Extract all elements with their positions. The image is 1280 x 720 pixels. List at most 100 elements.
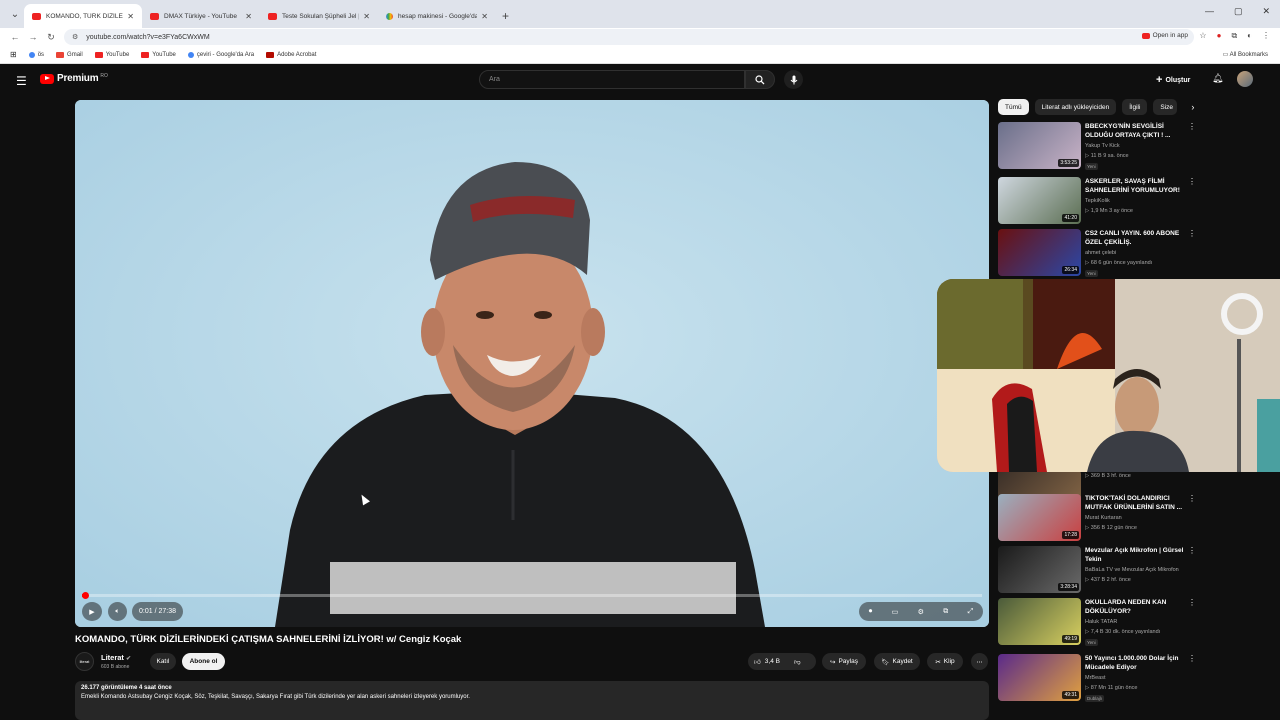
forward-icon[interactable]: → bbox=[24, 32, 42, 42]
share-button[interactable]: ↪ Paylaş bbox=[822, 653, 866, 670]
tab-search-icon[interactable]: ⌄ bbox=[6, 4, 24, 24]
more-dots-icon[interactable]: ⋮ bbox=[1188, 177, 1196, 186]
related-video-item[interactable]: 49:19 OKULLARDA NEDEN KAN DÖKÜLÜYOR? Haluk… bbox=[998, 598, 1198, 648]
video-player[interactable]: ▶ 🔈︎ 0:01 / 27:38 ⏺ ▭ ⚙ ⧉ ⤢ bbox=[75, 100, 989, 627]
duration-badge: 26:34 bbox=[1062, 266, 1079, 274]
chip-from-uploader[interactable]: Literat adlı yükleyiciden bbox=[1034, 99, 1117, 115]
browser-tab[interactable]: KOMANDO, TÜRK DİZİLERİNDEKİ ✕ bbox=[24, 4, 142, 28]
reload-icon[interactable]: ↻ bbox=[42, 32, 60, 43]
join-button[interactable]: Katıl bbox=[150, 653, 176, 670]
dislike-button[interactable]: 👎︎ bbox=[794, 658, 801, 666]
browser-tab[interactable]: DMAX Türkiye - YouTube ✕ bbox=[142, 4, 260, 28]
channel-avatar[interactable]: literat bbox=[75, 652, 94, 671]
open-in-app-button[interactable]: Open in app bbox=[1141, 32, 1188, 39]
settings-gear-icon[interactable]: ⚙ bbox=[918, 608, 924, 616]
channel-name[interactable]: Literat ✔ bbox=[101, 653, 131, 662]
thumbs-up-icon: 👍︎ bbox=[754, 658, 761, 666]
profile-icon[interactable]: ◐ bbox=[1247, 31, 1252, 41]
hamburger-menu-icon[interactable]: ☰ bbox=[16, 74, 27, 88]
all-bookmarks-button[interactable]: ▭ All Bookmarks bbox=[1223, 51, 1268, 58]
extensions-puzzle-icon[interactable]: ⧉ bbox=[1231, 31, 1237, 41]
save-button[interactable]: 🔖︎ Kaydet bbox=[874, 653, 920, 670]
fullscreen-icon[interactable]: ⤢ bbox=[968, 608, 974, 616]
site-info-icon[interactable]: ⚙ bbox=[72, 33, 78, 41]
related-video-title[interactable]: 50 Yayıncı 1.000.000 Dolar İçin Mücadele… bbox=[1085, 654, 1185, 672]
more-dots-icon[interactable]: ⋮ bbox=[1188, 122, 1196, 131]
clip-button[interactable]: ✂ Klip bbox=[927, 653, 963, 670]
apps-grid-icon[interactable]: ⊞ bbox=[10, 50, 17, 59]
extension-icon[interactable]: ● bbox=[1217, 31, 1222, 41]
more-dots-icon[interactable]: ⋮ bbox=[1188, 654, 1196, 663]
bookmark-item[interactable]: Adobe Acrobat bbox=[266, 51, 316, 58]
video-thumbnail[interactable]: 3:53:25 bbox=[998, 122, 1081, 169]
more-actions-button[interactable]: ⋯ bbox=[971, 653, 988, 670]
close-tab-icon[interactable]: ✕ bbox=[245, 12, 252, 21]
related-video-title[interactable]: CS2 CANLI YAYIN. 600 ABONE ÖZEL ÇEKİLİŞ. bbox=[1085, 229, 1185, 247]
video-thumbnail[interactable]: 26:34 bbox=[998, 229, 1081, 276]
back-icon[interactable]: ← bbox=[6, 32, 24, 42]
bookmark-item[interactable]: Gmail bbox=[56, 51, 83, 58]
maximize-icon[interactable]: ▢ bbox=[1234, 6, 1243, 17]
create-button[interactable]: + Oluştur bbox=[1156, 74, 1190, 86]
close-window-icon[interactable]: ✕ bbox=[1262, 6, 1270, 17]
description-box[interactable]: 26.177 görüntüleme 4 saat önce Emekli Ko… bbox=[75, 681, 989, 720]
more-dots-icon[interactable]: ⋮ bbox=[1188, 494, 1196, 503]
notifications-bell-icon[interactable]: 🔔︎ bbox=[1212, 73, 1223, 84]
chevron-right-icon[interactable]: › bbox=[1191, 102, 1194, 112]
video-thumbnail[interactable]: 49:31 bbox=[998, 654, 1081, 701]
more-dots-icon[interactable]: ⋮ bbox=[1188, 546, 1196, 555]
menu-dots-icon[interactable]: ⋮ bbox=[1262, 31, 1270, 41]
related-video-title[interactable]: OKULLARDA NEDEN KAN DÖKÜLÜYOR? bbox=[1085, 598, 1185, 616]
close-tab-icon[interactable]: ✕ bbox=[127, 12, 134, 21]
progress-scrubber[interactable] bbox=[81, 592, 89, 599]
browser-tab[interactable]: Teste Sokulan Şüpheli Jel | Gür ✕ bbox=[260, 4, 378, 28]
close-tab-icon[interactable]: ✕ bbox=[481, 12, 488, 21]
bookmark-item[interactable]: çeviri - Google'da Ara bbox=[187, 51, 254, 58]
play-button[interactable]: ▶ bbox=[82, 602, 102, 621]
chip-for-you[interactable]: Size bbox=[1153, 99, 1178, 115]
avatar[interactable] bbox=[1237, 71, 1253, 87]
subscribe-button[interactable]: Abone ol bbox=[182, 653, 225, 670]
related-video-item[interactable]: 17:28 TIKTOK'TAKİ DOLANDIRICI MUTFAK ÜRÜN… bbox=[998, 494, 1198, 544]
new-tab-button[interactable]: + bbox=[502, 9, 509, 23]
related-video-meta: ▷ 1,9 Mn 3 ay önce bbox=[1085, 208, 1133, 214]
related-video-item[interactable]: 41:20 ASKERLER, SAVAŞ FİLMİ SAHNELERİNİ Y… bbox=[998, 177, 1198, 227]
autoplay-toggle-icon[interactable]: ⏺ bbox=[869, 608, 873, 616]
bookmark-item[interactable]: ös bbox=[28, 51, 44, 58]
search-button[interactable] bbox=[745, 70, 775, 89]
chip-related[interactable]: İlgili bbox=[1122, 99, 1148, 115]
search-input[interactable]: Ara bbox=[479, 70, 745, 89]
like-button[interactable]: 👍︎ 3,4 B bbox=[754, 658, 780, 666]
video-thumbnail[interactable]: 17:28 bbox=[998, 494, 1081, 541]
bookmark-item[interactable]: YouTube bbox=[141, 51, 176, 58]
volume-button[interactable]: 🔈︎ bbox=[108, 602, 127, 621]
bookmark-item[interactable]: YouTube bbox=[94, 51, 129, 58]
more-dots-icon[interactable]: ⋮ bbox=[1188, 229, 1196, 238]
related-video-item[interactable]: 3:28:34 Mevzular Açık Mikrofon | Gürsel T… bbox=[998, 546, 1198, 596]
related-video-item[interactable]: 26:34 CS2 CANLI YAYIN. 600 ABONE ÖZEL ÇEK… bbox=[998, 229, 1198, 279]
microphone-icon bbox=[790, 75, 797, 84]
youtube-premium-logo[interactable]: Premium RO bbox=[40, 73, 108, 84]
bookmark-star-icon[interactable]: ☆ bbox=[1199, 31, 1206, 41]
related-video-title[interactable]: BBECKYG'NİN SEVGİLİSİ OLDUĞU ORTAYA ÇIKT… bbox=[1085, 122, 1185, 140]
more-dots-icon[interactable]: ⋮ bbox=[1188, 598, 1196, 607]
related-video-title[interactable]: TIKTOK'TAKİ DOLANDIRICI MUTFAK ÜRÜNLERİN… bbox=[1085, 494, 1185, 512]
related-video-item[interactable]: 49:31 50 Yayıncı 1.000.000 Dolar İçin Müc… bbox=[998, 654, 1198, 704]
close-tab-icon[interactable]: ✕ bbox=[363, 12, 370, 21]
video-frame-person bbox=[75, 100, 989, 627]
url-field[interactable]: ⚙ youtube.com/watch?v=e3FYa6CWxWM bbox=[64, 29, 1194, 45]
video-thumbnail[interactable]: 3:28:34 bbox=[998, 546, 1081, 593]
miniplayer-icon[interactable]: ⧉ bbox=[943, 608, 948, 616]
video-thumbnail[interactable]: 41:20 bbox=[998, 177, 1081, 224]
duration-badge: 49:31 bbox=[1062, 691, 1079, 699]
video-thumbnail[interactable]: 49:19 bbox=[998, 598, 1081, 645]
subtitles-icon[interactable]: ▭ bbox=[892, 608, 899, 616]
related-video-title[interactable]: Mevzular Açık Mikrofon | Gürsel Tekin bbox=[1085, 546, 1185, 564]
related-video-item[interactable]: 3:53:25 BBECKYG'NİN SEVGİLİSİ OLDUĞU ORTA… bbox=[998, 122, 1198, 172]
progress-bar[interactable] bbox=[81, 592, 982, 599]
browser-tab[interactable]: hesap makinesi - Google'da Ar ✕ bbox=[378, 4, 496, 28]
minimize-icon[interactable]: — bbox=[1205, 6, 1214, 17]
related-video-title[interactable]: ASKERLER, SAVAŞ FİLMİ SAHNELERİNİ YORUML… bbox=[1085, 177, 1185, 195]
chip-all[interactable]: Tümü bbox=[998, 99, 1029, 115]
voice-search-button[interactable] bbox=[784, 70, 803, 89]
